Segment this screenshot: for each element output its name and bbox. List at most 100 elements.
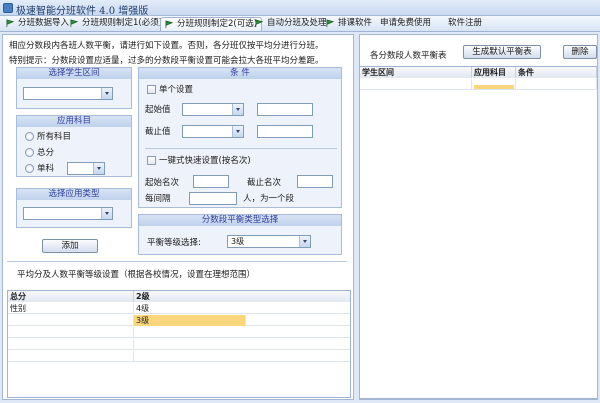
delete-button[interactable]: 删除 <box>563 45 597 59</box>
grid-header-row: 总分 2级 <box>8 291 350 302</box>
selected-cell[interactable]: 3级 <box>134 315 246 326</box>
title-bar: 极速智能分班软件 4.0 增强版 <box>0 0 600 17</box>
radio-label: 总分 <box>37 148 55 158</box>
chevron-down-icon[interactable] <box>93 163 104 174</box>
group-title: 应用科目 <box>17 116 131 127</box>
chevron-down-icon[interactable] <box>299 236 310 247</box>
add-button[interactable]: 添加 <box>42 239 98 253</box>
table-cell <box>8 339 134 350</box>
student-range-group: 选择学生区间 <box>16 67 132 109</box>
divider <box>7 261 347 262</box>
start-value-input[interactable] <box>257 103 313 116</box>
table-cell: 4级 <box>134 303 350 314</box>
table-row[interactable] <box>8 351 350 362</box>
column-header: 总分 <box>8 291 134 302</box>
group-title: 选择应用类型 <box>17 189 131 200</box>
end-rank-input[interactable] <box>297 175 333 188</box>
row-highlight <box>474 85 514 89</box>
flag-icon <box>6 19 15 28</box>
divider <box>145 148 337 149</box>
table-cell <box>8 351 134 362</box>
student-range-select[interactable] <box>23 87 113 100</box>
table-cell <box>134 351 350 362</box>
chevron-down-icon[interactable] <box>101 88 112 99</box>
table-cell <box>516 79 597 90</box>
balance-level-select[interactable]: 3级 <box>227 235 311 248</box>
app-icon <box>3 3 13 13</box>
flag-icon <box>326 19 335 28</box>
tab-rules-2[interactable]: 分班规则制定2(可选) <box>160 17 263 31</box>
end-rank-label: 截止名次 <box>247 178 282 188</box>
tab-scheduling[interactable]: 排课软件 <box>322 17 376 31</box>
end-value-input[interactable] <box>257 125 313 138</box>
radio-label: 单科 <box>37 164 55 174</box>
warning-text: 特别提示：分数段设置应适量，过多的分数段平衡设置可能会拉大各班平均分差距。 <box>9 56 324 66</box>
interval-suffix: 人，为一个段 <box>243 194 295 204</box>
tab-label: 软件注册 <box>448 18 483 28</box>
flag-icon <box>165 20 174 29</box>
balance-grid[interactable]: 学生区间 应用科目 条件 <box>360 66 597 399</box>
table-row[interactable] <box>8 327 350 338</box>
column-header: 2级 <box>134 291 350 302</box>
apply-type-select[interactable] <box>23 207 113 220</box>
table-row[interactable] <box>8 339 350 350</box>
tab-auto-assign[interactable]: 自动分班及处理 <box>251 17 331 31</box>
chevron-down-icon[interactable] <box>232 104 243 115</box>
tab-label: 分班数据导入 <box>18 18 70 28</box>
end-value-select[interactable] <box>182 125 244 138</box>
column-header: 学生区间 <box>360 67 472 78</box>
generate-default-button[interactable]: 生成默认平衡表 <box>463 45 541 59</box>
grid-header-row: 学生区间 应用科目 条件 <box>360 67 597 78</box>
flag-icon <box>255 19 264 28</box>
tab-register[interactable]: 软件注册 <box>444 17 486 31</box>
avg-balance-note: 平均分及人数平衡等级设置（根据各校情况，设置在理想范围） <box>17 270 256 280</box>
balance-level-label: 平衡等级选择: <box>147 238 201 248</box>
flag-icon <box>70 19 79 28</box>
table-cell: 性别 <box>8 303 134 314</box>
interval-input[interactable] <box>189 192 237 205</box>
radio-total-score[interactable] <box>25 148 34 157</box>
tab-rules-1[interactable]: 分班规则制定1(必须) <box>66 17 166 31</box>
chevron-down-icon[interactable] <box>101 208 112 219</box>
tab-label: 自动分班及处理 <box>267 18 327 28</box>
table-row[interactable]: 性别 4级 <box>8 303 350 314</box>
radio-single-subject[interactable] <box>25 164 34 173</box>
quick-setting-checkbox[interactable] <box>147 156 156 165</box>
radio-label: 所有科目 <box>37 132 72 142</box>
single-setting-checkbox[interactable] <box>147 85 156 94</box>
hint-text: 相应分数段内各班人数平衡，请进行如下设置。否则，各分班仅按平均分进行分班。 <box>9 41 324 51</box>
window-title: 极速智能分班软件 4.0 增强版 <box>16 6 149 17</box>
table-cell <box>134 327 350 338</box>
interval-label: 每间隔 <box>145 194 171 204</box>
start-value-label: 起始值 <box>145 105 171 115</box>
single-subject-select[interactable] <box>67 162 105 175</box>
balance-table-label: 各分数段人数平衡表 <box>370 51 447 61</box>
table-cell <box>8 327 134 338</box>
rule-settings-pane: 相应分数段内各班人数平衡，请进行如下设置。否则，各分班仅按平均分进行分班。 特别… <box>2 34 354 400</box>
balance-type-group: 分数段平衡类型选择 平衡等级选择: 3级 <box>138 214 342 255</box>
table-row[interactable]: 3级 <box>8 315 350 326</box>
tab-apply-free[interactable]: 申请免费使用 <box>376 17 435 31</box>
tab-label: 分班规则制定1(必须) <box>82 18 163 28</box>
balance-table-pane: 各分数段人数平衡表 生成默认平衡表 删除 学生区间 应用科目 条件 <box>359 34 598 400</box>
group-title: 分数段平衡类型选择 <box>139 215 341 226</box>
table-cell <box>8 315 134 326</box>
table-cell <box>134 339 350 350</box>
end-value-label: 截止值 <box>145 127 171 137</box>
table-cell <box>360 79 472 90</box>
chevron-down-icon[interactable] <box>232 126 243 137</box>
column-header: 条件 <box>516 67 597 78</box>
checkbox-label: 一键式快速设置(按名次) <box>159 156 251 166</box>
tab-label: 分班规则制定2(可选) <box>177 19 258 29</box>
radio-all-subjects[interactable] <box>25 132 34 141</box>
tab-data-import[interactable]: 分班数据导入 <box>2 17 73 31</box>
subject-group: 应用科目 所有科目 总分 单科 <box>16 115 132 177</box>
group-title: 选择学生区间 <box>17 68 131 79</box>
start-rank-label: 起始名次 <box>145 178 180 188</box>
start-rank-input[interactable] <box>193 175 229 188</box>
tab-label: 排课软件 <box>338 18 373 28</box>
column-header: 应用科目 <box>472 67 516 78</box>
avg-balance-grid[interactable]: 总分 2级 性别 4级 3级 <box>7 290 351 398</box>
apply-type-group: 选择应用类型 <box>16 188 132 228</box>
start-value-select[interactable] <box>182 103 244 116</box>
